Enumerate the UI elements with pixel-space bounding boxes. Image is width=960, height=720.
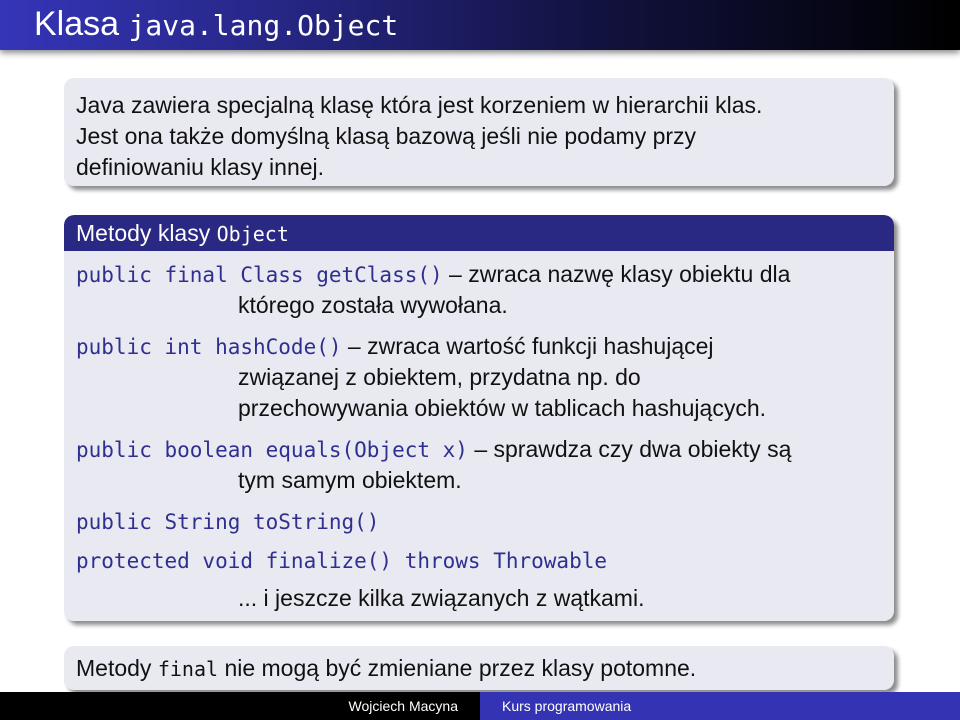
method-description-continuation: ... i jeszcze kilka związanych z wątkami… xyxy=(238,585,645,611)
intro-block: Java zawiera specjalną klasę która jest … xyxy=(64,78,894,186)
method-description-continuation: którego została wywołana. xyxy=(238,292,508,318)
slide-title-prefix: Klasa xyxy=(34,5,120,43)
method-description: – zwraca nazwę klasy obiektu dla xyxy=(449,261,791,287)
footer-author-section: Wojciech Macyna xyxy=(0,692,480,720)
method-signature: protected void finalize() throws Throwab… xyxy=(76,549,608,573)
slide-footer: Wojciech Macyna Kurs programowania xyxy=(0,692,960,720)
method-signature: public final Class getClass() xyxy=(76,263,443,287)
final-note-block: Metody final nie mogą być zmieniane prze… xyxy=(64,646,894,690)
note-prefix: Metody xyxy=(76,655,152,681)
intro-line: definiowaniu klasy innej. xyxy=(76,154,325,180)
methods-block: Metody klasy Object public final Class g… xyxy=(64,215,894,621)
intro-text: Java zawiera specjalną klasę która jest … xyxy=(76,90,762,183)
methods-header-text: Metody klasy xyxy=(76,220,211,246)
footer-author: Wojciech Macyna xyxy=(348,698,458,714)
method-entry-hashcode: public int hashCode() – zwraca wartość f… xyxy=(76,331,714,363)
method-signature: public int hashCode() xyxy=(76,335,342,359)
method-description: – zwraca wartość funkcji hashującej xyxy=(347,333,714,359)
footer-course-section: Kurs programowania xyxy=(480,692,960,720)
method-entry-finalize: protected void finalize() throws Throwab… xyxy=(76,545,607,577)
method-entry-getclass: public final Class getClass() – zwraca n… xyxy=(76,259,790,291)
slide-title: Klasa java.lang.Object xyxy=(34,4,398,46)
method-entry-tostring: public String toString() xyxy=(76,506,379,538)
slide-title-bar: Klasa java.lang.Object xyxy=(0,0,960,50)
methods-block-header: Metody klasy Object xyxy=(64,215,894,251)
slide-title-code: java.lang.Object xyxy=(128,9,399,42)
intro-line: Jest ona także domyślną klasą bazową jeś… xyxy=(76,123,697,149)
methods-header-code: Object xyxy=(216,222,289,246)
method-description-continuation: związanej z obiektem, przydatna np. do xyxy=(238,364,641,390)
method-signature: public boolean equals(Object x) xyxy=(76,438,468,462)
final-note-text: Metody final nie mogą być zmieniane prze… xyxy=(76,653,696,685)
note-code: final xyxy=(157,657,219,681)
footer-course: Kurs programowania xyxy=(502,698,632,714)
note-suffix: nie mogą być zmieniane przez klasy potom… xyxy=(224,655,697,681)
method-description: – sprawdza czy dwa obiekty są xyxy=(474,436,792,462)
method-description-continuation: tym samym obiektem. xyxy=(238,467,462,493)
method-entry-equals: public boolean equals(Object x) – sprawd… xyxy=(76,434,791,466)
method-signature: public String toString() xyxy=(76,510,380,534)
method-description-continuation: przechowywania obiektów w tablicach hash… xyxy=(238,395,767,421)
intro-line: Java zawiera specjalną klasę która jest … xyxy=(76,92,763,118)
